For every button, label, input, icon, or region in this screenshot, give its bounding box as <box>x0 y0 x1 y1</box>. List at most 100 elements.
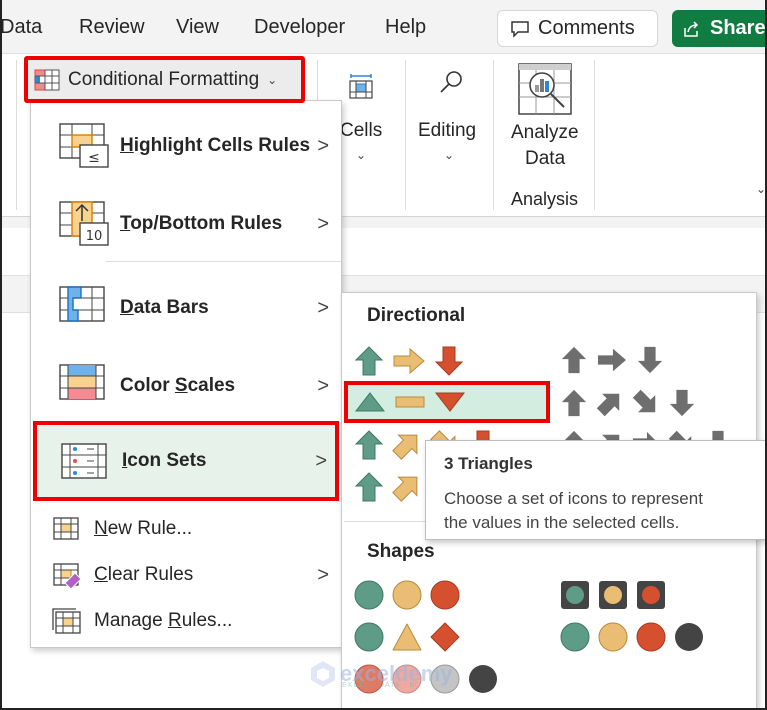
analyze-data-icon[interactable] <box>518 63 572 115</box>
share-icon <box>684 20 699 37</box>
conditional-formatting-button[interactable]: Conditional Formatting ⌄ <box>24 56 305 103</box>
new-rule-icon <box>53 517 79 540</box>
traffic-light-red-icon <box>637 581 665 609</box>
section-title-shapes: Shapes <box>367 541 435 562</box>
icon-sets-icon <box>61 443 107 479</box>
circle-red-icon <box>636 622 666 652</box>
chevron-right-icon: > <box>317 296 329 319</box>
icon-set-5-arrows-colored[interactable] <box>354 471 422 503</box>
icon-set-3-traffic-lights-unrimmed[interactable] <box>354 580 460 610</box>
clear-rules-icon <box>53 563 82 589</box>
svg-text:10: 10 <box>86 229 103 244</box>
menu-item-label: Data Bars <box>120 297 209 318</box>
comments-label: Comments <box>538 17 635 39</box>
conditional-formatting-icon <box>34 69 60 90</box>
svg-text:≤: ≤ <box>88 150 100 166</box>
tooltip-body-line: the values in the selected cells. <box>444 513 680 532</box>
editing-label[interactable]: Editing <box>418 120 476 142</box>
tooltip-body: Choose a set of icons to represent the v… <box>444 487 750 535</box>
arrow-right-gray-icon <box>598 348 626 372</box>
analyze-data-label[interactable]: Analyze <box>511 122 579 144</box>
triangle-up-green-icon <box>354 392 386 412</box>
circle-black-icon <box>469 665 497 693</box>
section-title-directional: Directional <box>367 305 466 326</box>
watermark-subtext: EXCEL · DATA · BI <box>342 682 418 689</box>
ribbon-separator <box>16 60 17 210</box>
icon-set-3-traffic-lights-rimmed[interactable] <box>560 580 666 610</box>
comments-button[interactable]: Comments <box>497 10 658 47</box>
highlight-cells-icon: ≤ <box>59 123 109 168</box>
share-button[interactable]: Share <box>672 10 767 47</box>
ribbon-separator <box>493 60 494 210</box>
menu-item-highlight-cells-rules[interactable]: ≤ Highlight Cells Rules > <box>31 111 341 181</box>
menu-item-color-scales[interactable]: Color Scales > <box>31 351 341 421</box>
menu-item-label: Icon Sets <box>122 450 207 471</box>
chevron-right-icon: > <box>315 449 327 472</box>
menu-item-label: Top/Bottom Rules <box>120 213 283 234</box>
tab-view[interactable]: View <box>176 16 219 39</box>
arrow-down-right-gray-icon <box>632 389 656 413</box>
dash-yellow-icon <box>395 396 425 408</box>
ribbon-collapse-icon[interactable]: ⌄ <box>756 182 766 196</box>
arrow-up-green-icon <box>354 346 384 376</box>
menu-item-manage-rules[interactable]: Manage Rules... <box>31 599 341 643</box>
menu-separator <box>106 261 341 262</box>
chevron-right-icon: > <box>317 212 329 235</box>
arrow-down-gray-icon <box>637 346 663 374</box>
icon-set-3-triangles[interactable] <box>344 381 550 423</box>
menu-item-label: Clear Rules <box>94 564 194 585</box>
tab-review[interactable]: Review <box>79 16 145 39</box>
menu-item-label: Manage Rules... <box>94 610 233 631</box>
tab-data[interactable]: Data <box>0 16 42 39</box>
tooltip-title: 3 Triangles <box>444 454 533 473</box>
chevron-right-icon: > <box>317 563 329 586</box>
triangle-yellow-icon <box>392 623 422 651</box>
conditional-formatting-label: Conditional Formatting <box>68 68 260 90</box>
traffic-light-yellow-icon <box>599 581 627 609</box>
arrow-right-yellow-icon <box>393 347 425 375</box>
circle-green-icon <box>560 622 590 652</box>
icon-set-3-arrows-colored[interactable] <box>354 345 464 377</box>
chevron-down-icon[interactable]: ⌄ <box>356 148 366 162</box>
share-label: Share <box>710 17 766 39</box>
menu-item-icon-sets[interactable]: Icon Sets > <box>33 421 339 501</box>
watermark: exceldemy EXCEL · DATA · BI <box>310 660 453 689</box>
arrow-up-right-yellow-icon <box>392 476 418 502</box>
data-bars-icon <box>59 286 105 322</box>
menu-item-top-bottom-rules[interactable]: 10 Top/Bottom Rules > <box>31 189 341 259</box>
menu-item-label: Highlight Cells Rules <box>120 135 311 156</box>
ribbon-separator <box>594 60 595 210</box>
chevron-right-icon: > <box>317 374 329 397</box>
conditional-formatting-menu: ≤ Highlight Cells Rules > 10 Top/Bottom … <box>30 100 342 648</box>
cells-icon[interactable] <box>347 74 375 100</box>
menu-item-clear-rules[interactable]: Clear Rules > <box>31 553 341 597</box>
arrow-up-green-icon <box>354 430 384 460</box>
analyze-data-label-2[interactable]: Data <box>525 148 565 170</box>
circle-green-icon <box>354 622 384 652</box>
icon-set-3-signs[interactable] <box>354 622 460 652</box>
tab-developer[interactable]: Developer <box>254 16 345 39</box>
icon-set-3-arrows-gray[interactable] <box>560 345 664 375</box>
triangle-down-red-icon <box>434 392 466 412</box>
color-scales-icon <box>59 364 105 400</box>
ribbon-separator <box>405 60 406 210</box>
icon-set-4-traffic-lights[interactable] <box>560 622 704 652</box>
icon-set-4-arrows-gray[interactable] <box>560 388 696 418</box>
diamond-red-icon <box>430 622 460 652</box>
menu-item-new-rule[interactable]: New Rule... <box>31 507 341 551</box>
tab-help[interactable]: Help <box>385 16 426 39</box>
search-icon[interactable] <box>436 68 466 98</box>
arrow-up-right-yellow-icon <box>392 434 418 460</box>
menu-item-data-bars[interactable]: Data Bars > <box>31 273 341 343</box>
tooltip: 3 Triangles Choose a set of icons to rep… <box>425 440 767 540</box>
chevron-right-icon: > <box>317 134 329 157</box>
arrow-up-green-icon <box>354 472 384 502</box>
chevron-down-icon[interactable]: ⌄ <box>444 148 454 162</box>
ribbon-tab-bar: Data Review View Developer Help Comments… <box>0 0 767 54</box>
arrow-down-gray-icon <box>669 389 695 417</box>
cells-label[interactable]: Cells <box>340 120 382 142</box>
arrow-down-red-icon <box>434 346 464 376</box>
arrow-up-gray-icon <box>561 346 587 374</box>
circle-black-icon <box>675 623 703 651</box>
circle-red-icon <box>430 580 460 610</box>
